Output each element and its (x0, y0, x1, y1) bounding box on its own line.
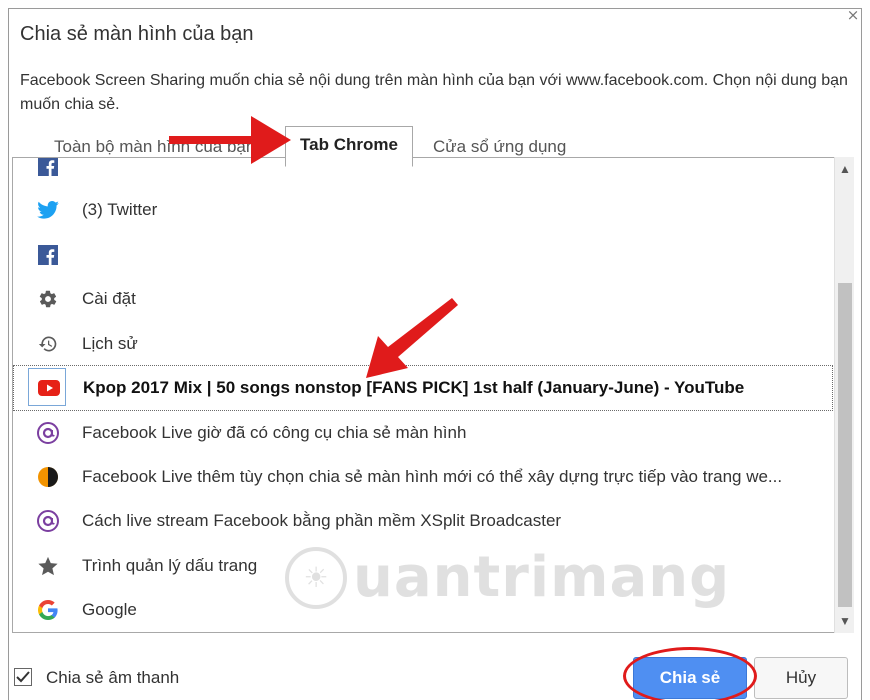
cancel-button[interactable]: Hủy (754, 657, 848, 699)
list-item-label: Google (82, 600, 137, 619)
annotation-circle (623, 647, 757, 700)
history-icon (37, 333, 59, 355)
at-sign-icon (37, 510, 59, 532)
at-sign-icon (37, 422, 59, 444)
annotation-arrow-diagonal (366, 298, 458, 378)
list-scrollbar[interactable]: ▲ ▼ (834, 157, 854, 633)
dialog-description: Facebook Screen Sharing muốn chia sẻ nội… (20, 72, 848, 113)
list-item-label: Facebook Live thêm tùy chọn chia sẻ màn … (82, 467, 783, 486)
list-item-label: Trình quản lý dấu trang (82, 556, 258, 575)
google-icon (37, 599, 59, 621)
star-icon (37, 555, 59, 577)
list-item-label: (3) Twitter (82, 200, 158, 219)
list-item-label: Facebook Live giờ đã có công cụ chia sẻ … (82, 423, 467, 442)
list-item-label: Lịch sử (82, 334, 138, 353)
facebook-icon (37, 158, 59, 177)
gear-icon (37, 288, 59, 310)
chrome-tab-list: (3) Twitter Cài đặt Lịch sử Kpop 2017 Mi… (12, 157, 845, 633)
checkmark-icon (16, 671, 30, 683)
dialog-footer: Chia sẻ âm thanh Chia sẻ Hủy (0, 640, 854, 700)
scroll-thumb[interactable] (838, 283, 852, 607)
list-item[interactable]: Cách live stream Facebook bằng phần mềm … (13, 499, 833, 543)
share-audio-label: Chia sẻ âm thanh (46, 668, 180, 687)
list-item-label: Cách live stream Facebook bằng phần mềm … (82, 511, 562, 530)
list-item-label: Cài đặt (82, 289, 136, 308)
list-item-bookmark-manager[interactable]: Trình quản lý dấu trang (13, 544, 833, 588)
list-item[interactable]: Facebook Live giờ đã có công cụ chia sẻ … (13, 411, 833, 455)
share-audio-checkbox[interactable] (14, 668, 32, 686)
list-item-google[interactable]: Google (13, 588, 833, 632)
youtube-icon (38, 377, 60, 399)
scroll-down-icon[interactable]: ▼ (838, 613, 852, 629)
list-item[interactable] (13, 158, 833, 188)
half-circle-icon (37, 466, 59, 488)
dialog-title: Chia sẻ màn hình của bạn (20, 23, 254, 45)
facebook-icon (37, 244, 59, 266)
tab-chrome-tab[interactable]: Tab Chrome (285, 126, 413, 167)
list-item[interactable] (13, 233, 833, 277)
twitter-icon (37, 199, 59, 221)
annotation-arrow-right (169, 116, 291, 164)
list-item[interactable]: Facebook Live thêm tùy chọn chia sẻ màn … (13, 455, 833, 499)
close-icon[interactable]: × (845, 7, 861, 23)
scroll-up-icon[interactable]: ▲ (838, 161, 852, 177)
list-item[interactable]: (3) Twitter (13, 188, 833, 232)
